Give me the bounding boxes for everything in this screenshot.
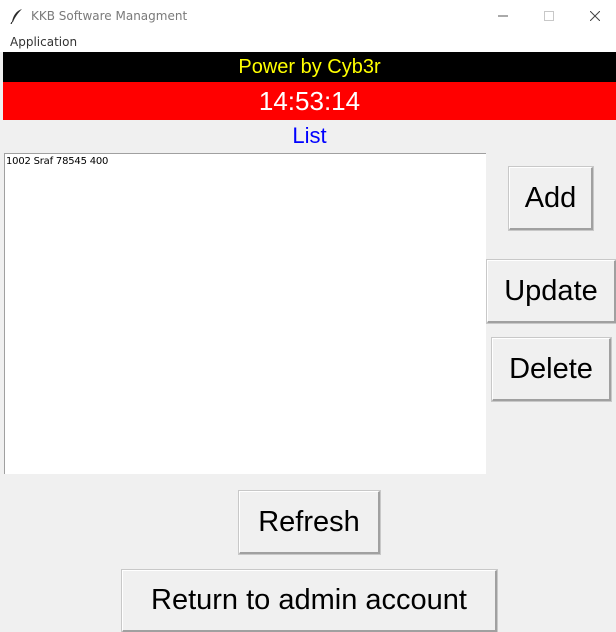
feather-icon [10,8,24,25]
add-button[interactable]: Add [508,166,594,231]
title-bar: KKB Software Managment [0,0,616,32]
maximize-button[interactable] [526,0,572,32]
menu-application[interactable]: Application [10,35,77,49]
menu-bar: Application [0,32,616,52]
clock-display: 14:53:14 [3,82,616,120]
update-button[interactable]: Update [486,259,616,324]
list-title: List [292,123,327,148]
window-title: KKB Software Managment [31,9,188,23]
list-item[interactable]: 1002 Sraf 78545 400 [5,154,486,167]
records-listbox[interactable]: 1002 Sraf 78545 400 [4,153,486,474]
close-button[interactable] [572,0,616,32]
return-to-admin-button[interactable]: Return to admin account [121,569,498,632]
minimize-button[interactable] [480,0,526,32]
credit-banner: Power by Cyb3r [3,52,616,82]
minimize-icon [498,15,508,17]
delete-button[interactable]: Delete [491,337,612,402]
maximize-icon [544,11,554,21]
refresh-button[interactable]: Refresh [238,490,381,555]
close-icon [590,11,600,21]
